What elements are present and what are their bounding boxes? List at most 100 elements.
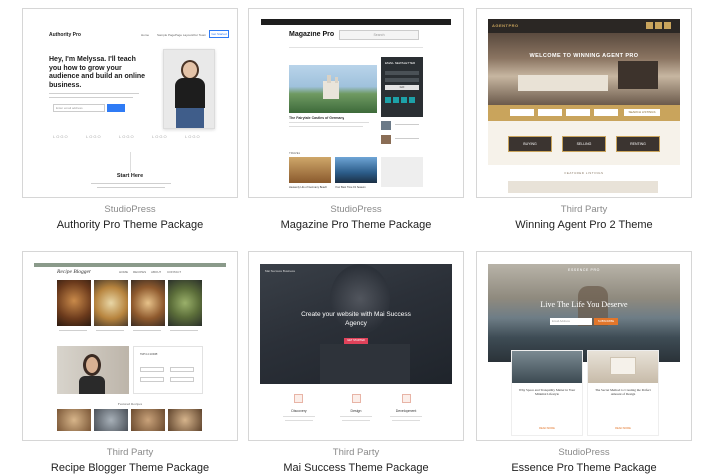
preview-text-line [289, 126, 363, 127]
preview-logo: ESSENCE PRO [568, 268, 600, 272]
preview-hero-button: GET STARTED [344, 338, 368, 344]
theme-card-essence-pro[interactable]: ESSENCE PRO Live The Life You Deserve Em… [476, 251, 692, 474]
preview-search-button: SEARCH LISTINGS [624, 109, 660, 116]
preview-sidebar-heading: EMAIL NEWSLETTER [385, 61, 416, 65]
preview-header: AGENTPRO [488, 19, 680, 33]
preview-thumb [381, 121, 391, 130]
preview-logo: Authority Pro [49, 32, 81, 38]
theme-card-recipe-blogger[interactable]: Recipe Blogger HOME RECIPES ABOUT CONTAC… [22, 251, 238, 474]
preview-nav-1: HOME [119, 270, 128, 274]
theme-card-magazine-pro[interactable]: Magazine Pro Search The Fairytale Castle… [248, 8, 464, 231]
theme-title-link[interactable]: Mai Success Theme Package [248, 462, 464, 474]
theme-vendor: StudioPress [330, 204, 382, 215]
development-icon [402, 394, 411, 403]
preview-hero: Mai Success Business Create your website… [260, 264, 452, 384]
preview-nav-1: Home [141, 33, 150, 37]
theme-title-link[interactable]: Magazine Pro Theme Package [248, 219, 464, 231]
preview-footer-label: FEATURED LISTINGS [564, 171, 604, 175]
theme-card-mai-success[interactable]: Mai Success Business Create your website… [248, 251, 464, 474]
preview-footer-heading: Start Here [116, 173, 144, 179]
preview-post-card-right: The Secret Method to Creating the Perfec… [587, 350, 659, 436]
preview-nav-3: ABOUT [151, 270, 162, 274]
preview-thumb [381, 135, 391, 144]
preview-feature-development: Development [395, 409, 417, 413]
theme-vendor: Third Party [332, 447, 380, 458]
preview-hero: ESSENCE PRO Live The Life You Deserve Em… [488, 264, 680, 362]
theme-card-authority-pro[interactable]: Authority Pro Home Sample Page Page Layo… [22, 8, 238, 231]
preview-recipe-photo [94, 280, 128, 326]
preview-featured-caption: The Fairytale Castles of Germany [289, 116, 345, 120]
preview-tile-renting: RENTING [616, 136, 660, 152]
theme-preview-essence-pro[interactable]: ESSENCE PRO Live The Life You Deserve Em… [476, 251, 692, 441]
preview-ad-block [381, 157, 423, 187]
preview-sidebar-button: GO [385, 85, 419, 90]
preview-featured-photo [131, 409, 165, 431]
preview-logo: Recipe Blogger [57, 269, 92, 275]
preview-logo: AGENTPRO [492, 23, 519, 28]
theme-preview-winning-agent[interactable]: AGENTPRO WELCOME TO WINNING AGENT PRO SE… [476, 8, 692, 198]
preview-section-label: TRAVEL [289, 151, 301, 155]
preview-listings-strip [508, 181, 658, 193]
preview-hero-title: WELCOME TO WINNING AGENT PRO [529, 53, 639, 59]
preview-text-line [342, 420, 370, 421]
theme-preview-mai-success[interactable]: Mai Success Business Create your website… [248, 251, 464, 441]
preview-subscribe-button: SUBSCRIBE [594, 318, 618, 325]
preview-text-line [59, 330, 87, 331]
preview-recipe-photo [131, 280, 165, 326]
preview-text-line [49, 93, 139, 94]
preview-caption-left: Heavenly Life of Germany Beach [289, 186, 328, 189]
preview-nav-button: Get Started [209, 30, 229, 38]
preview-portrait [163, 49, 215, 129]
preview-post-card-left: Why Space and Tranquility Matter in Your… [511, 350, 583, 436]
preview-feature-design: Design [350, 409, 362, 413]
theme-title-link[interactable]: Essence Pro Theme Package [476, 462, 692, 474]
preview-recipe-photo [168, 280, 202, 326]
preview-read-more-right: READ MORE [615, 427, 631, 430]
preview-nav-2: RECIPES [133, 270, 147, 274]
preview-text-line [97, 187, 165, 188]
preview-caption-right: Your Best Time Fit Season [335, 186, 366, 189]
preview-text-line [392, 420, 420, 421]
preview-author-photo [57, 346, 129, 394]
preview-tile-buying: BUYING [508, 136, 552, 152]
theme-grid: Authority Pro Home Sample Page Page Layo… [0, 0, 706, 476]
preview-nav-rule [289, 47, 423, 48]
preview-featured-image [289, 65, 377, 113]
preview-featured-photo [94, 409, 128, 431]
preview-text-line [283, 416, 315, 417]
preview-post-right-title: The Secret Method to Creating the Perfec… [595, 388, 651, 397]
preview-divider [130, 152, 131, 172]
preview-text-line [91, 183, 171, 184]
theme-card-winning-agent-pro[interactable]: AGENTPRO WELCOME TO WINNING AGENT PRO SE… [476, 8, 692, 231]
preview-featured-label: Featured Recipes [117, 402, 143, 406]
theme-preview-magazine-pro[interactable]: Magazine Pro Search The Fairytale Castle… [248, 8, 464, 198]
preview-hero-title: Live The Life You Deserve [540, 300, 628, 309]
preview-search-input: Search [339, 30, 419, 40]
preview-topbar [261, 19, 451, 25]
theme-title-link[interactable]: Recipe Blogger Theme Package [22, 462, 238, 474]
preview-search-bar: SEARCH LISTINGS [488, 105, 680, 121]
theme-title-link[interactable]: Authority Pro Theme Package [22, 219, 238, 231]
preview-text-line [289, 122, 369, 123]
preview-featured-photo [57, 409, 91, 431]
preview-nav-4: CONTACT [167, 270, 182, 274]
preview-recipe-photo [57, 280, 91, 326]
preview-logo-2: LOGO [86, 134, 102, 139]
theme-title-link[interactable]: Winning Agent Pro 2 Theme [476, 219, 692, 231]
preview-logo-3: LOGO [119, 134, 135, 139]
preview-headline: Hey, I'm Melyssa. I'll teach you how to … [49, 56, 146, 89]
preview-text-line [96, 330, 124, 331]
theme-preview-authority-pro[interactable]: Authority Pro Home Sample Page Page Layo… [22, 8, 238, 198]
preview-logo: Mai Success Business [265, 269, 296, 273]
preview-nav-4: Our Team [193, 33, 207, 37]
preview-travel-image-left [289, 157, 331, 183]
preview-tile-selling: SELLING [562, 136, 606, 152]
preview-feature-discovery: Discovery [291, 409, 307, 413]
preview-logo-5: LOGO [185, 134, 201, 139]
theme-vendor: StudioPress [558, 447, 610, 458]
theme-preview-recipe-blogger[interactable]: Recipe Blogger HOME RECIPES ABOUT CONTAC… [22, 251, 238, 441]
preview-logo: Magazine Pro [289, 31, 335, 38]
preview-text-line [390, 416, 422, 417]
preview-hero-title: Create your website with Mai Success Age… [301, 311, 411, 327]
theme-vendor: StudioPress [104, 204, 156, 215]
